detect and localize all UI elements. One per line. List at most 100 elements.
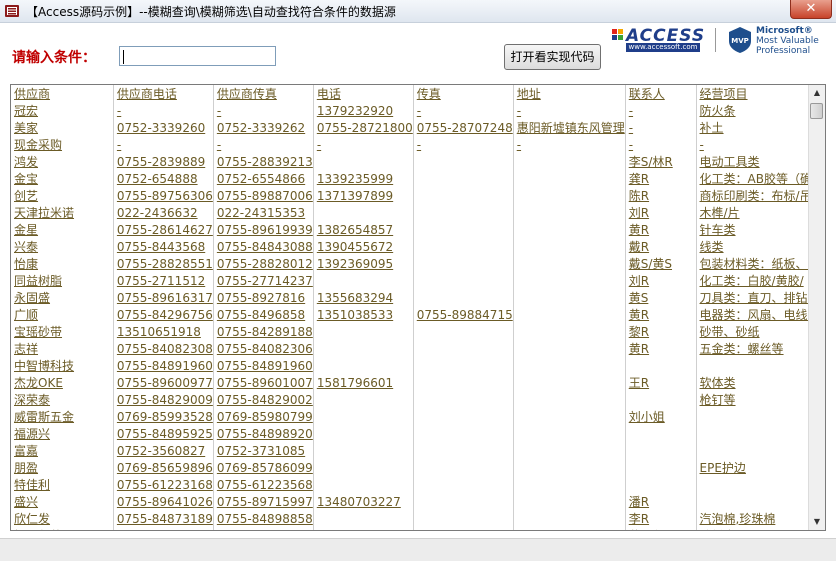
table-cell[interactable] [313, 510, 414, 527]
table-row[interactable]: 欣仁发 0755-84873189 0755-84898858 李R 汽泡棉,珍珠棉 [11, 510, 825, 527]
table-row[interactable]: 兴泰 0755-8443568 0755-84843088 1390455672 戴R 线… [11, 238, 825, 255]
table-cell[interactable]: 0755-84898456 [113, 527, 214, 530]
table-cell[interactable] [413, 459, 514, 476]
table-cell[interactable]: 补土 [696, 119, 825, 136]
table-row[interactable]: 现金采购 - - - - - - - [11, 136, 825, 153]
table-cell[interactable]: 化工类：AB胶等（确定 [696, 170, 825, 187]
table-cell[interactable]: 王R [625, 374, 697, 391]
table-cell[interactable] [413, 408, 514, 425]
table-cell[interactable]: 0755-27714237 [213, 272, 314, 289]
table-cell[interactable]: 0755-84829002 [213, 391, 314, 408]
table-cell[interactable]: 0755-61223168 [113, 476, 214, 493]
column-header[interactable]: 电话 [313, 85, 414, 102]
table-cell[interactable]: 0755-28707248 [413, 119, 514, 136]
table-cell[interactable]: 戴R/刘S [625, 527, 697, 530]
table-cell[interactable]: 0755-28828551 [113, 255, 214, 272]
table-row[interactable]: 福源兴 0755-84895925 0755-84898920 [11, 425, 825, 442]
table-cell[interactable]: 0755-84895925 [113, 425, 214, 442]
table-cell[interactable]: EPE护边 [696, 459, 825, 476]
table-row[interactable]: 恒昌包装0755-848984560755-848984561392380044… [11, 527, 825, 530]
table-cell[interactable] [513, 459, 626, 476]
table-cell[interactable]: 黄S [625, 289, 697, 306]
table-cell[interactable] [413, 391, 514, 408]
table-cell[interactable] [513, 510, 626, 527]
table-cell[interactable]: 0755-84898858 [213, 510, 314, 527]
table-cell[interactable]: 电动工具类 [696, 153, 825, 170]
table-cell[interactable]: 0755-84843088 [213, 238, 314, 255]
table-cell[interactable]: 汽泡棉,珍珠棉 [696, 510, 825, 527]
table-cell[interactable]: 线类 [696, 238, 825, 255]
table-cell[interactable]: 砂带、砂纸 [696, 323, 825, 340]
table-cell[interactable]: 化工类：白胶/黄胶/ [696, 272, 825, 289]
table-cell[interactable]: 冠宏 [11, 102, 114, 119]
table-cell[interactable]: 福源兴 [11, 425, 114, 442]
table-cell[interactable] [313, 357, 414, 374]
table-cell[interactable] [513, 374, 626, 391]
table-cell[interactable] [625, 476, 697, 493]
table-cell[interactable]: 0755-8443568 [113, 238, 214, 255]
table-cell[interactable] [513, 408, 626, 425]
table-cell[interactable] [413, 425, 514, 442]
table-cell[interactable] [313, 442, 414, 459]
table-cell[interactable] [513, 493, 626, 510]
table-cell[interactable]: 惠阳新墟镇东风管理 [513, 119, 626, 136]
table-cell[interactable]: 0755-89616317 [113, 289, 214, 306]
table-cell[interactable]: 1382654857 [313, 221, 414, 238]
table-cell[interactable]: 0755-84082308 [113, 340, 214, 357]
table-row[interactable]: 天津拉米诺 022-2436632 022-24315353 刘R 木榫/片 [11, 204, 825, 221]
view-code-button[interactable]: 打开看实现代码 [504, 44, 601, 70]
table-cell[interactable] [513, 153, 626, 170]
table-cell[interactable]: 0755-89756306 [113, 187, 214, 204]
table-cell[interactable] [413, 289, 514, 306]
table-cell[interactable]: 0755-84898920 [213, 425, 314, 442]
table-cell[interactable]: 0755-89715997 [213, 493, 314, 510]
table-cell[interactable]: 0755-28828012 [213, 255, 314, 272]
table-cell[interactable]: - [113, 136, 214, 153]
table-cell[interactable]: 13480703227 [313, 493, 414, 510]
table-cell[interactable]: - [625, 102, 697, 119]
table-cell[interactable] [513, 204, 626, 221]
table-cell[interactable]: 威雷斯五金 [11, 408, 114, 425]
column-header[interactable]: 传真 [413, 85, 514, 102]
table-cell[interactable]: 恒昌包装 [11, 527, 114, 530]
table-row[interactable]: 金宝 0752-654888 0752-6554866 1339235999 龚R 化工类… [11, 170, 825, 187]
table-cell[interactable]: 黄R [625, 221, 697, 238]
table-cell[interactable] [313, 408, 414, 425]
table-cell[interactable]: 0755-8496858 [213, 306, 314, 323]
table-cell[interactable]: 盛兴 [11, 493, 114, 510]
table-cell[interactable] [513, 340, 626, 357]
table-cell[interactable]: 富嘉 [11, 442, 114, 459]
table-cell[interactable] [313, 272, 414, 289]
table-cell[interactable]: 0752-654888 [113, 170, 214, 187]
table-cell[interactable] [696, 442, 825, 459]
table-cell[interactable] [313, 476, 414, 493]
table-cell[interactable]: 刀具类：直刀、排钻头 [696, 289, 825, 306]
table-cell[interactable]: 0755-2711512 [113, 272, 214, 289]
table-row[interactable]: 宝瑶砂带 13510651918 0755-84289188 黎R 砂带、砂纸 [11, 323, 825, 340]
table-cell[interactable]: 刘R [625, 204, 697, 221]
table-cell[interactable] [513, 170, 626, 187]
table-cell[interactable]: 中智博科技 [11, 357, 114, 374]
table-cell[interactable]: 1371397899 [313, 187, 414, 204]
table-cell[interactable]: 潘R [625, 493, 697, 510]
table-cell[interactable] [413, 510, 514, 527]
table-row[interactable]: 中智博科技 0755-84891960 0755-84891960 [11, 357, 825, 374]
table-cell[interactable]: - [513, 102, 626, 119]
table-cell[interactable] [696, 357, 825, 374]
table-cell[interactable] [696, 408, 825, 425]
table-cell[interactable]: 美家 [11, 119, 114, 136]
table-cell[interactable]: 欣仁发 [11, 510, 114, 527]
table-cell[interactable] [513, 425, 626, 442]
table-cell[interactable]: 0755-84296756 [113, 306, 214, 323]
table-cell[interactable] [313, 323, 414, 340]
table-cell[interactable]: 0755-28721800 [313, 119, 414, 136]
table-cell[interactable] [625, 391, 697, 408]
table-cell[interactable]: 0755-89600977 [113, 374, 214, 391]
table-cell[interactable]: 0755-84891960 [113, 357, 214, 374]
table-cell[interactable]: 五金类：螺丝等 [696, 340, 825, 357]
table-row[interactable]: 冠宏 - -1379232920- - - 防火条 [11, 102, 825, 119]
table-cell[interactable]: 黎R [625, 323, 697, 340]
table-cell[interactable]: 怡康 [11, 255, 114, 272]
table-row[interactable]: 创艺 0755-89756306 0755-89887006 1371397899 陈R… [11, 187, 825, 204]
table-cell[interactable]: 0769-85786099 [213, 459, 314, 476]
